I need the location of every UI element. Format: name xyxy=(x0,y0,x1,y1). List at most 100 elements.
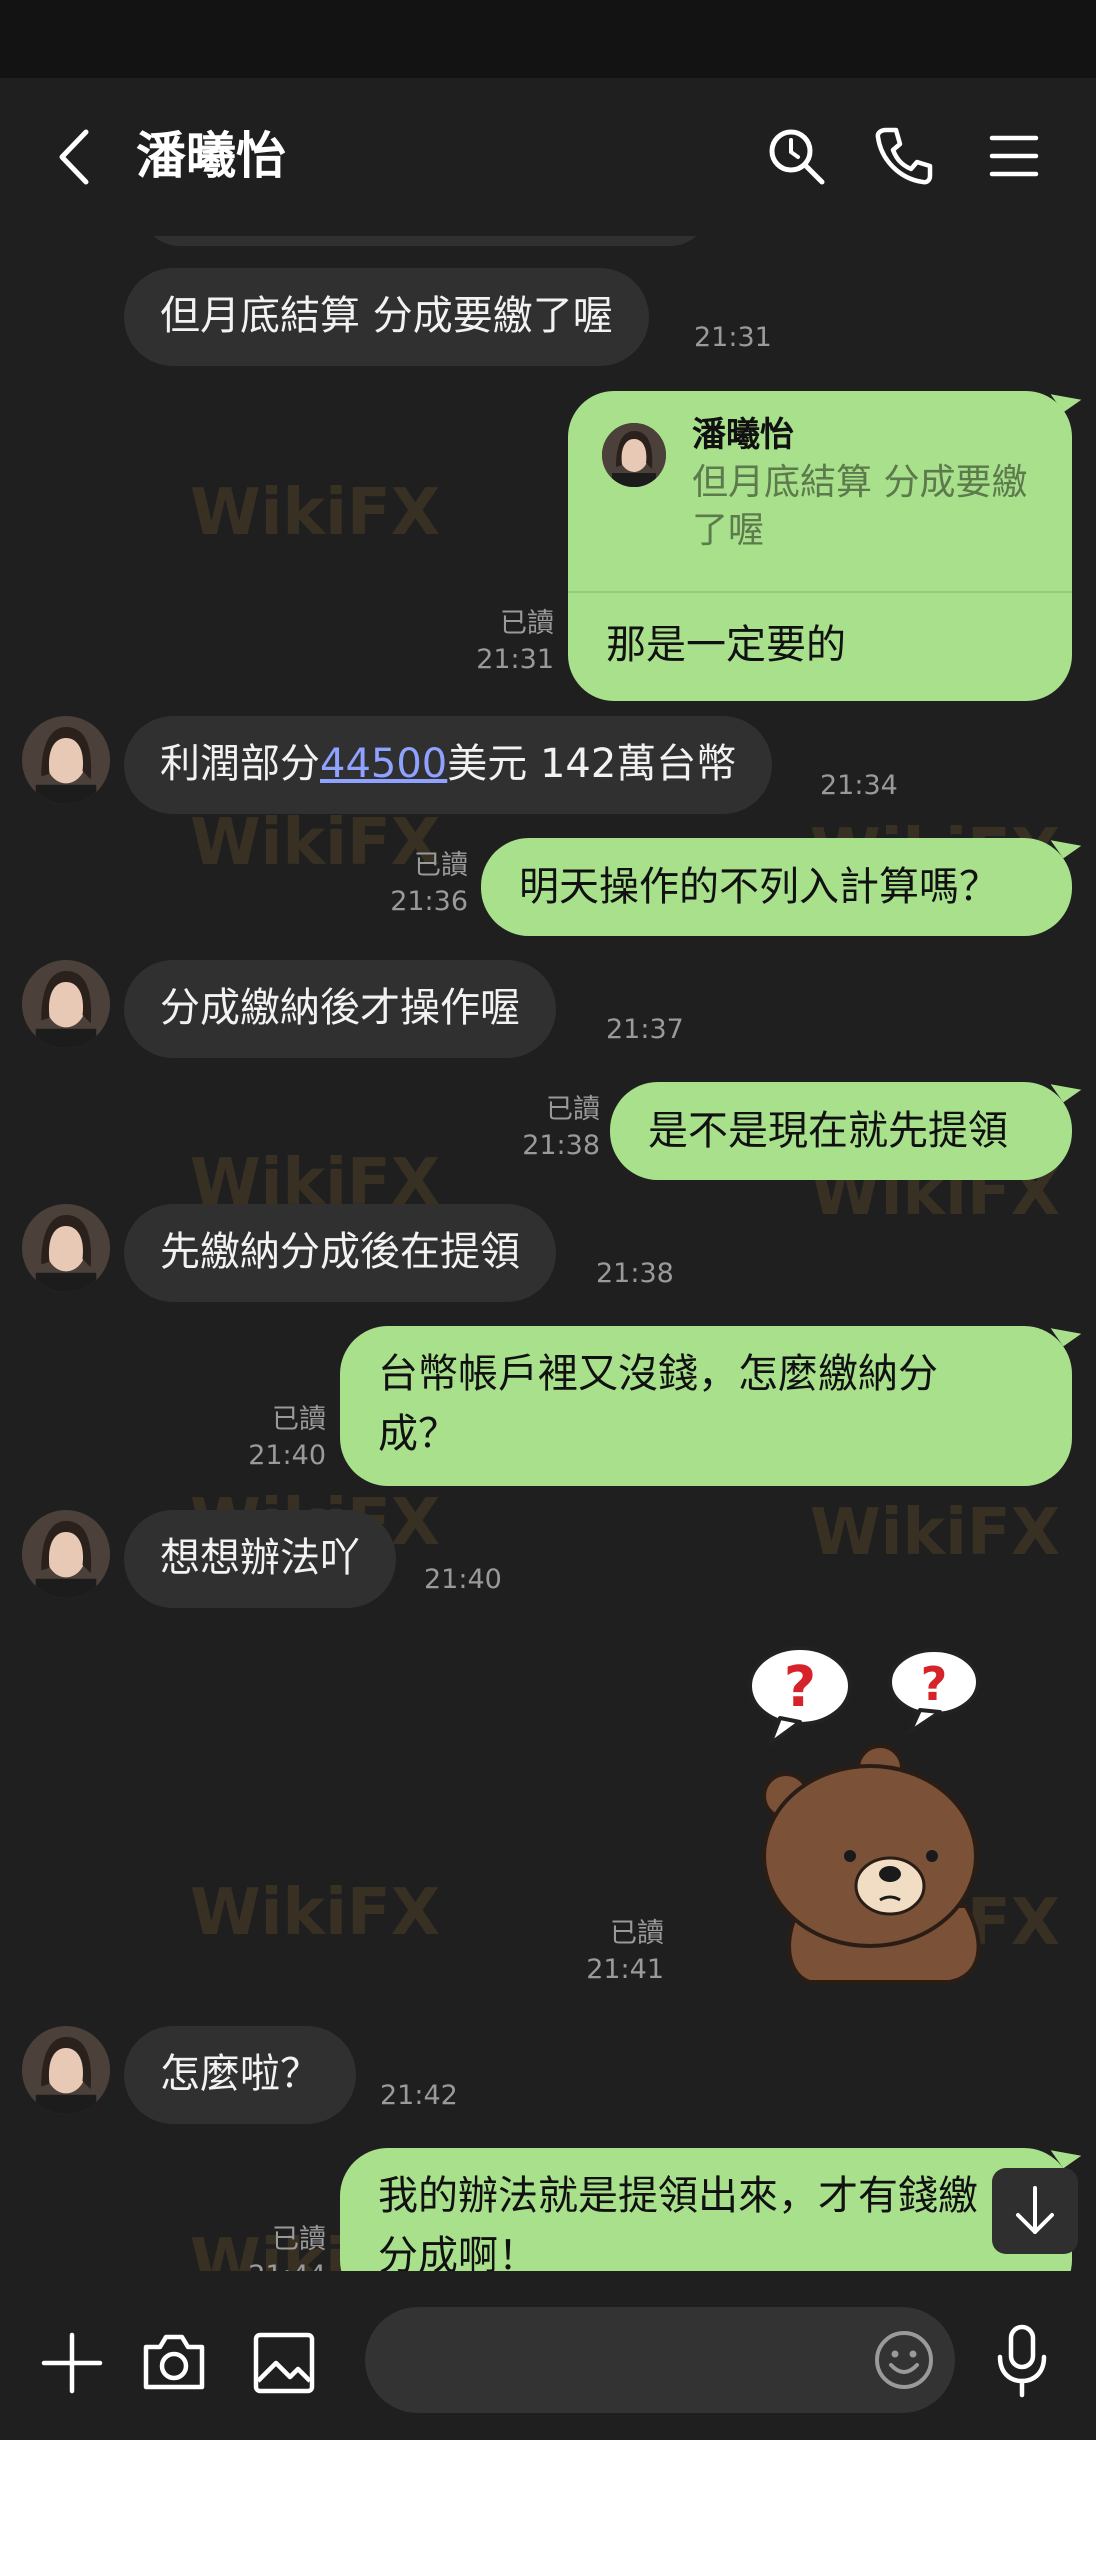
call-button[interactable] xyxy=(872,124,936,188)
quoted-text-line2: 了喔 xyxy=(692,510,765,551)
avatar-image xyxy=(22,1510,110,1598)
status-bar xyxy=(0,0,1096,78)
read-label: 已讀 xyxy=(546,1094,600,1125)
message-time: 21:38 xyxy=(522,1130,600,1161)
phone-icon xyxy=(875,127,933,185)
read-label: 已讀 xyxy=(610,1918,664,1949)
chat-screen: 潘曦怡 WikiFX WikiFX WikiFX WikiFX WikiFX W… xyxy=(0,0,1096,2440)
menu-button[interactable] xyxy=(982,124,1046,188)
message-time: 21:31 xyxy=(694,322,772,353)
message-time: 21:41 xyxy=(586,1954,664,1985)
svg-text:?: ? xyxy=(921,1657,948,1711)
chat-header: 潘曦怡 xyxy=(0,78,1096,236)
scroll-to-bottom-button[interactable] xyxy=(992,2168,1078,2254)
reply-divider xyxy=(568,591,1072,593)
avatar-image xyxy=(602,423,666,487)
message-text: 那是一定要的 xyxy=(606,622,846,668)
message-text-line1: 我的辦法就是提領出來，才有錢繳 xyxy=(378,2173,978,2219)
incoming-message[interactable]: 先繳納分成後在提領 xyxy=(124,1204,556,1302)
brown-bear-confused-sticker: ? ? xyxy=(748,1646,981,1984)
emoji-icon xyxy=(875,2331,933,2389)
message-text: 是不是現在就先提領 xyxy=(648,1108,1008,1154)
read-status: 已讀 21:44 xyxy=(206,2222,326,2271)
message-text-line1: 台幣帳戶裡又沒錢，怎麼繳納分 xyxy=(378,1351,938,1397)
read-status: 已讀 21:40 xyxy=(206,1402,326,1474)
back-button[interactable] xyxy=(50,128,100,186)
outgoing-message[interactable]: 我的辦法就是提領出來，才有錢繳 分成啊！ xyxy=(340,2148,1072,2271)
message-time: 21:37 xyxy=(606,1014,684,1045)
arrow-down-icon xyxy=(1016,2186,1054,2234)
incoming-message[interactable]: 想想辦法吖 xyxy=(124,1510,396,1608)
incoming-message[interactable]: 利潤部分44500美元 142萬台幣 xyxy=(124,716,773,814)
message-input[interactable] xyxy=(365,2307,955,2413)
message-time: 21:42 xyxy=(380,2080,458,2111)
message-text: 分成繳納後才操作喔 xyxy=(160,985,520,1031)
message-text: 先繳納分成後在提領 xyxy=(160,1229,520,1275)
message-text-part2: 美元 142萬台幣 xyxy=(447,741,737,787)
sticker[interactable]: ? ? xyxy=(740,1646,1000,1986)
quoted-avatar xyxy=(602,423,666,487)
watermark: WikiFX xyxy=(190,1876,441,1950)
message-time: 21:40 xyxy=(424,1564,502,1595)
message-time: 21:34 xyxy=(820,770,898,801)
emoji-button[interactable] xyxy=(873,2329,935,2391)
outgoing-reply-message[interactable]: 潘曦怡 但月底結算 分成要繳 了喔 那是一定要的 xyxy=(568,391,1072,701)
contact-avatar[interactable] xyxy=(22,1204,110,1292)
message-bubble-partial xyxy=(140,236,710,246)
contact-avatar[interactable] xyxy=(22,1510,110,1598)
quoted-text-line1: 但月底結算 分成要繳 xyxy=(692,462,1028,503)
message-text: 但月底結算 分成要繳了喔 xyxy=(160,293,613,339)
incoming-message[interactable]: 怎麼啦？ xyxy=(124,2026,356,2124)
contact-avatar[interactable] xyxy=(22,2026,110,2114)
image-icon xyxy=(253,2332,315,2394)
svg-text:?: ? xyxy=(784,1655,816,1720)
voice-button[interactable] xyxy=(992,2323,1052,2399)
read-label: 已讀 xyxy=(272,2224,326,2255)
read-label: 已讀 xyxy=(272,1404,326,1435)
add-button[interactable] xyxy=(40,2331,104,2395)
message-text: 想想辦法吖 xyxy=(160,1535,360,1581)
avatar-image xyxy=(22,2026,110,2114)
message-time: 21:44 xyxy=(206,2258,326,2271)
read-status: 已讀 21:41 xyxy=(544,1916,664,1988)
incoming-message[interactable]: 但月底結算 分成要繳了喔 xyxy=(124,268,649,366)
message-text: 怎麼啦？ xyxy=(160,2051,320,2097)
message-time: 21:36 xyxy=(390,886,468,917)
image-button[interactable] xyxy=(252,2331,316,2395)
outgoing-message[interactable]: 是不是現在就先提領 xyxy=(610,1082,1072,1180)
incoming-message[interactable]: 分成繳納後才操作喔 xyxy=(124,960,556,1058)
contact-avatar[interactable] xyxy=(22,716,110,804)
read-status: 已讀 21:36 xyxy=(348,848,468,920)
message-text-line2: 分成啊！ xyxy=(378,2233,538,2271)
camera-button[interactable] xyxy=(140,2329,208,2393)
message-time: 21:31 xyxy=(476,644,554,675)
avatar-image xyxy=(22,960,110,1048)
watermark: WikiFX xyxy=(810,1496,1061,1570)
outgoing-message[interactable]: 台幣帳戶裡又沒錢，怎麼繳納分 成？ xyxy=(340,1326,1072,1486)
contact-avatar[interactable] xyxy=(22,960,110,1048)
message-list[interactable]: WikiFX WikiFX WikiFX WikiFX WikiFX WikiF… xyxy=(0,236,1096,2271)
message-time: 21:38 xyxy=(596,1258,674,1289)
message-text: 明天操作的不列入計算嗎？ xyxy=(519,864,999,910)
plus-icon xyxy=(41,2332,103,2394)
message-link[interactable]: 44500 xyxy=(320,741,447,787)
search-icon xyxy=(769,129,825,185)
hamburger-menu-icon xyxy=(989,135,1039,177)
search-button[interactable] xyxy=(764,124,828,188)
message-text-line2: 成？ xyxy=(378,1411,458,1457)
avatar-image xyxy=(22,716,110,804)
camera-icon xyxy=(143,2334,205,2390)
outgoing-message[interactable]: 明天操作的不列入計算嗎？ xyxy=(481,838,1072,936)
read-label: 已讀 xyxy=(500,608,554,639)
read-status: 已讀 21:31 xyxy=(434,606,554,678)
read-label: 已讀 xyxy=(414,850,468,881)
input-bar xyxy=(0,2271,1096,2440)
contact-name-title[interactable]: 潘曦怡 xyxy=(136,124,286,188)
chevron-left-icon xyxy=(59,129,89,185)
quoted-sender: 潘曦怡 xyxy=(692,415,794,455)
message-text-part1: 利潤部分 xyxy=(160,741,320,787)
read-status: 已讀 21:38 xyxy=(480,1092,600,1164)
message-time: 21:40 xyxy=(248,1440,326,1471)
watermark: WikiFX xyxy=(190,476,441,550)
microphone-icon xyxy=(997,2324,1047,2398)
